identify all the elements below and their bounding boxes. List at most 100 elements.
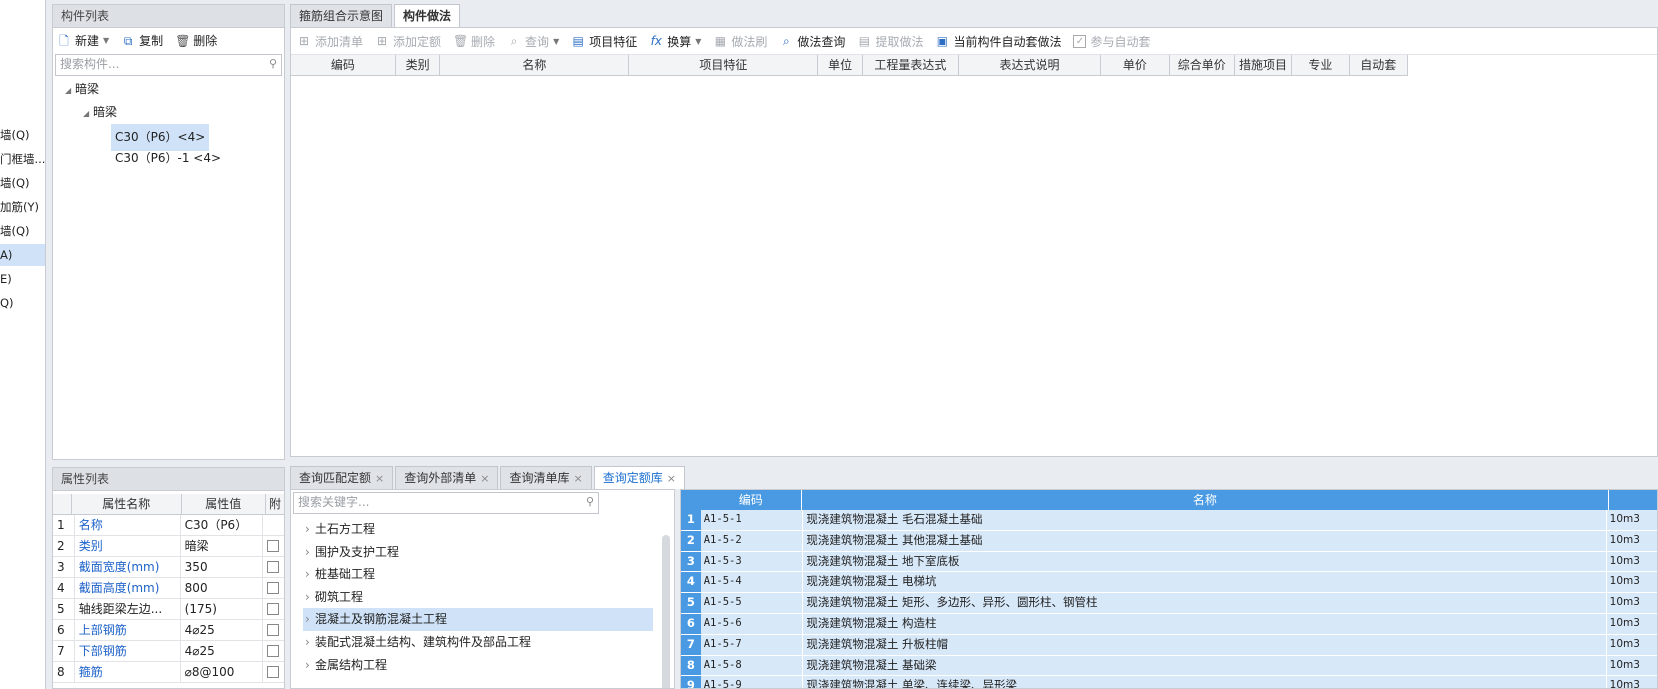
- keyword-search-input[interactable]: 搜索关键字... ⚲: [293, 492, 599, 514]
- left-nav-item[interactable]: 墙(Q): [0, 220, 45, 242]
- property-value[interactable]: 暗梁: [181, 536, 264, 556]
- library-name: 现浇建筑物混凝土 电梯坑: [803, 572, 1607, 593]
- caret-down-icon: ▼: [103, 36, 110, 45]
- property-attach-cell[interactable]: [263, 578, 284, 598]
- property-row[interactable]: 1 名称 C30（P6）: [53, 515, 284, 536]
- property-attach-cell[interactable]: [263, 515, 284, 535]
- category-item[interactable]: 金属结构工程: [303, 654, 653, 677]
- property-attach-cell[interactable]: [263, 599, 284, 619]
- property-name: 上部钢筋: [75, 620, 181, 640]
- tab-quota-library[interactable]: 查询定额库 ×: [593, 466, 685, 489]
- library-row-number: 8: [681, 655, 701, 676]
- tab-external-bill[interactable]: 查询外部清单 ×: [395, 466, 499, 489]
- property-name: 名称: [75, 515, 181, 535]
- library-row[interactable]: 5 A1-5-5 现浇建筑物混凝土 矩形、多边形、异形、圆形柱、钢管柱 10m3: [681, 593, 1657, 614]
- tree-node-root[interactable]: ◢ 暗梁: [53, 78, 284, 101]
- checkbox-icon[interactable]: [267, 624, 280, 636]
- method-brush-button[interactable]: ▦ 做法刷: [713, 33, 768, 50]
- category-item[interactable]: 围护及支护工程: [303, 541, 653, 564]
- tab-component-method[interactable]: 构件做法: [394, 4, 461, 27]
- trash-icon: 🗑: [175, 34, 191, 48]
- close-icon[interactable]: ×: [375, 472, 384, 485]
- search-icon: ⚲: [585, 495, 594, 508]
- library-code: A1-5-7: [701, 634, 804, 655]
- property-value[interactable]: (175): [181, 599, 264, 619]
- tree-node-child[interactable]: ◢ 暗梁: [53, 101, 284, 124]
- delete-button[interactable]: 🗑 删除: [175, 28, 217, 54]
- category-item-selected[interactable]: 混凝土及钢筋混凝土工程: [303, 608, 653, 631]
- property-row[interactable]: 6 上部钢筋 4⌀25: [53, 620, 284, 641]
- add-bill-button[interactable]: ⊞ 添加清单: [297, 33, 363, 50]
- left-nav-item[interactable]: 墙(Q): [0, 172, 45, 194]
- library-row[interactable]: 7 A1-5-7 现浇建筑物混凝土 升板柱帽 10m3: [681, 634, 1657, 656]
- query-button[interactable]: ⌕ 查询 ▼: [507, 33, 560, 50]
- close-icon[interactable]: ×: [573, 472, 582, 485]
- property-row[interactable]: 3 截面宽度(mm) 350: [53, 557, 284, 578]
- checkbox-icon[interactable]: [267, 666, 280, 678]
- left-nav-item-selected[interactable]: A): [0, 244, 45, 266]
- close-icon[interactable]: ×: [480, 472, 489, 485]
- new-button[interactable]: 🗋 新建 ▼: [57, 28, 109, 54]
- join-auto-checkbox[interactable]: ✓ 参与自动套: [1073, 33, 1150, 50]
- category-item[interactable]: 土石方工程: [303, 518, 653, 541]
- property-value[interactable]: 350: [181, 557, 264, 577]
- auto-set-button[interactable]: ▣ 当前构件自动套做法: [935, 33, 1062, 50]
- property-value[interactable]: ⌀8@100: [181, 662, 264, 682]
- library-name: 现浇建筑物混凝土 毛石混凝土基础: [803, 510, 1607, 530]
- property-attach-cell[interactable]: [263, 557, 284, 577]
- library-row[interactable]: 2 A1-5-2 现浇建筑物混凝土 其他混凝土基础 10m3: [681, 530, 1657, 552]
- category-item[interactable]: 砌筑工程: [303, 586, 653, 609]
- checkbox-icon[interactable]: [267, 645, 280, 657]
- tab-stirrup-diagram[interactable]: 箍筋组合示意图: [290, 4, 393, 27]
- expand-icon: ◢: [83, 109, 90, 118]
- library-row[interactable]: 6 A1-5-6 现浇建筑物混凝土 构造柱 10m3: [681, 613, 1657, 635]
- property-row[interactable]: 7 下部钢筋 4⌀25: [53, 641, 284, 662]
- tab-match-quota[interactable]: 查询匹配定额 ×: [290, 466, 394, 489]
- copy-button[interactable]: ⧉ 复制: [121, 28, 163, 54]
- property-row[interactable]: 5 轴线距梁左边... (175): [53, 599, 284, 620]
- left-nav-item[interactable]: 加筋(Y): [0, 196, 45, 218]
- library-row[interactable]: 1 A1-5-1 现浇建筑物混凝土 毛石混凝土基础 10m3: [681, 510, 1657, 531]
- extract-method-button[interactable]: ▤ 提取做法: [857, 33, 924, 50]
- library-row[interactable]: 3 A1-5-3 现浇建筑物混凝土 地下室底板 10m3: [681, 551, 1657, 573]
- property-value[interactable]: C30（P6）: [181, 515, 264, 535]
- category-item[interactable]: 桩基础工程: [303, 563, 653, 586]
- left-nav-item[interactable]: 墙(Q): [0, 124, 45, 146]
- property-row[interactable]: 2 类别 暗梁: [53, 536, 284, 557]
- property-value[interactable]: 4⌀25: [181, 641, 264, 661]
- property-attach-cell[interactable]: [263, 662, 284, 682]
- left-nav-item[interactable]: 门框墙...: [0, 148, 45, 170]
- convert-button[interactable]: fx 换算 ▼: [649, 33, 702, 50]
- component-search-input[interactable]: 搜索构件... ⚲: [55, 54, 282, 76]
- property-attach-cell[interactable]: [263, 536, 284, 556]
- method-toolbar: ⊞ 添加清单 ⊞ 添加定额 🗑 删除 ⌕ 查询 ▼ ▤ 项目特征 fx 换算 ▼ ▦ 做法刷 ⌕ 做…: [291, 28, 1657, 55]
- component-list-title: 构件列表: [53, 5, 284, 28]
- property-attach-cell[interactable]: [263, 641, 284, 661]
- checkbox-icon[interactable]: [267, 561, 280, 573]
- item-feature-button[interactable]: ▤ 项目特征: [571, 33, 638, 50]
- property-attach-cell[interactable]: [263, 620, 284, 640]
- left-nav-item[interactable]: E): [0, 268, 45, 290]
- tree-leaf[interactable]: C30（P6）-1 <4>: [53, 147, 284, 170]
- library-code: A1-5-2: [701, 530, 804, 551]
- property-value[interactable]: 800: [181, 578, 264, 598]
- property-row[interactable]: 4 截面高度(mm) 800: [53, 578, 284, 599]
- library-row[interactable]: 9 A1-5-9 现浇建筑物混凝土 单梁、连续梁、异形梁 10m3: [681, 676, 1657, 688]
- library-row[interactable]: 4 A1-5-4 现浇建筑物混凝土 电梯坑 10m3: [681, 572, 1657, 594]
- property-row[interactable]: 8 箍筋 ⌀8@100: [53, 662, 284, 683]
- left-nav-item[interactable]: Q): [0, 292, 45, 314]
- convert-label: 换算: [667, 34, 692, 49]
- property-value[interactable]: 4⌀25: [181, 620, 264, 640]
- close-icon[interactable]: ×: [667, 472, 676, 485]
- library-row[interactable]: 8 A1-5-8 现浇建筑物混凝土 基础梁 10m3: [681, 655, 1657, 677]
- category-scrollbar[interactable]: [662, 535, 670, 688]
- checkbox-icon[interactable]: [267, 603, 280, 615]
- category-item[interactable]: 装配式混凝土结构、建筑构件及部品工程: [303, 631, 653, 654]
- tab-bill-library[interactable]: 查询清单库 ×: [500, 466, 592, 489]
- add-quota-button[interactable]: ⊞ 添加定额: [375, 33, 441, 50]
- checkbox-icon[interactable]: [267, 540, 280, 552]
- checkbox-icon[interactable]: [267, 582, 280, 594]
- tree-leaf-selected[interactable]: C30（P6）<4>: [53, 124, 284, 151]
- delete-method-button[interactable]: 🗑 删除: [453, 33, 495, 50]
- method-query-button[interactable]: ⌕ 做法查询: [779, 33, 845, 50]
